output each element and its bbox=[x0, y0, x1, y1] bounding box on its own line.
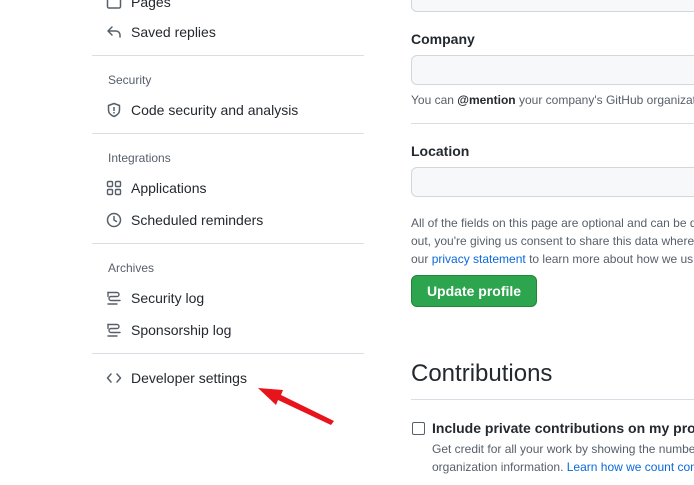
form-divider bbox=[411, 123, 694, 124]
contributions-description: organization information. Learn how we c… bbox=[432, 460, 694, 474]
learn-count-link[interactable]: Learn how we count con bbox=[567, 460, 694, 474]
sidebar-item-code-security[interactable]: Code security and analysis bbox=[106, 96, 298, 124]
apps-grid-icon bbox=[106, 180, 122, 196]
private-contributions-label[interactable]: Include private contributions on my prof… bbox=[432, 420, 694, 436]
sidebar-divider bbox=[92, 55, 364, 56]
privacy-statement-link[interactable]: privacy statement bbox=[432, 252, 526, 266]
section-title-archives: Archives bbox=[108, 261, 155, 275]
note-text: our bbox=[411, 252, 432, 266]
sidebar-item-label: Sponsorship log bbox=[131, 322, 232, 338]
profile-form: Company You can @mention your company's … bbox=[411, 0, 694, 485]
heading-divider bbox=[411, 399, 694, 400]
note-text: to learn more about how we us bbox=[525, 252, 694, 266]
sidebar-item-label: Developer settings bbox=[131, 370, 247, 386]
disclaimer-line: out, you're giving us consent to share t… bbox=[411, 234, 694, 248]
sidebar-item-pages[interactable]: Pages bbox=[106, 0, 171, 16]
sidebar-item-label: Applications bbox=[131, 180, 207, 196]
reply-icon bbox=[106, 24, 122, 40]
sidebar-item-label: Scheduled reminders bbox=[131, 212, 264, 228]
section-title-security: Security bbox=[108, 73, 152, 87]
sidebar-item-label: Security log bbox=[131, 290, 205, 306]
location-input[interactable] bbox=[411, 167, 694, 197]
browser-icon bbox=[106, 0, 122, 10]
disclaimer-line: our privacy statement to learn more abou… bbox=[411, 252, 693, 266]
contributions-description: Get credit for all your work by showing … bbox=[432, 442, 694, 456]
code-icon bbox=[106, 370, 122, 386]
note-text: You can bbox=[411, 93, 458, 107]
company-label: Company bbox=[411, 31, 475, 47]
mention-text: @mention bbox=[457, 93, 516, 107]
sidebar-item-applications[interactable]: Applications bbox=[106, 174, 207, 202]
company-input[interactable] bbox=[411, 55, 694, 85]
company-note: You can @mention your company's GitHub o… bbox=[411, 93, 694, 107]
section-title-integrations: Integrations bbox=[108, 151, 171, 165]
sidebar-divider bbox=[92, 353, 364, 354]
sidebar-item-developer-settings[interactable]: Developer settings bbox=[106, 364, 247, 392]
previous-field-input[interactable] bbox=[411, 0, 694, 12]
disclaimer-line: All of the fields on this page are optio… bbox=[411, 216, 694, 230]
sidebar-item-saved-replies[interactable]: Saved replies bbox=[106, 18, 216, 46]
clock-icon bbox=[106, 212, 122, 228]
update-profile-button[interactable]: Update profile bbox=[411, 275, 537, 307]
location-label: Location bbox=[411, 143, 470, 159]
note-text: your company's GitHub organizati bbox=[515, 93, 694, 107]
sidebar-divider bbox=[92, 243, 364, 244]
sidebar-item-label: Saved replies bbox=[131, 24, 216, 40]
sidebar-divider bbox=[92, 133, 364, 134]
contributions-heading: Contributions bbox=[411, 360, 553, 387]
sidebar-item-scheduled-reminders[interactable]: Scheduled reminders bbox=[106, 206, 263, 234]
sidebar-item-sponsorship-log[interactable]: Sponsorship log bbox=[106, 316, 231, 344]
log-icon bbox=[106, 322, 122, 338]
sidebar-item-security-log[interactable]: Security log bbox=[106, 284, 204, 312]
note-text: organization information. bbox=[432, 460, 567, 474]
shield-icon bbox=[106, 102, 122, 118]
sidebar-item-label: Code security and analysis bbox=[131, 102, 299, 118]
private-contributions-checkbox[interactable] bbox=[412, 422, 425, 435]
settings-sidebar: Pages Saved replies Security Code securi… bbox=[92, 0, 364, 485]
log-icon bbox=[106, 290, 122, 306]
sidebar-item-label: Pages bbox=[131, 0, 171, 10]
